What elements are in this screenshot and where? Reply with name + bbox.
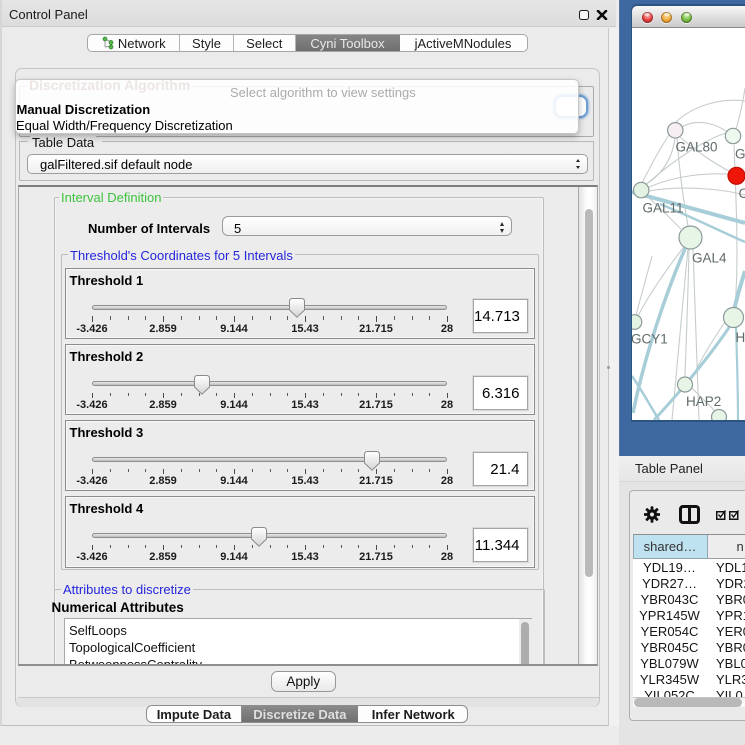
svg-text:C: C	[739, 186, 745, 201]
svg-text:GAL4: GAL4	[692, 251, 727, 266]
svg-text:HAP2: HAP2	[686, 394, 721, 409]
svg-text:GAL11: GAL11	[643, 201, 684, 216]
svg-text:GA: GA	[735, 147, 745, 162]
svg-text:GCY1: GCY1	[632, 332, 668, 347]
svg-text:H: H	[736, 330, 745, 345]
svg-text:GAL80: GAL80	[676, 140, 718, 155]
